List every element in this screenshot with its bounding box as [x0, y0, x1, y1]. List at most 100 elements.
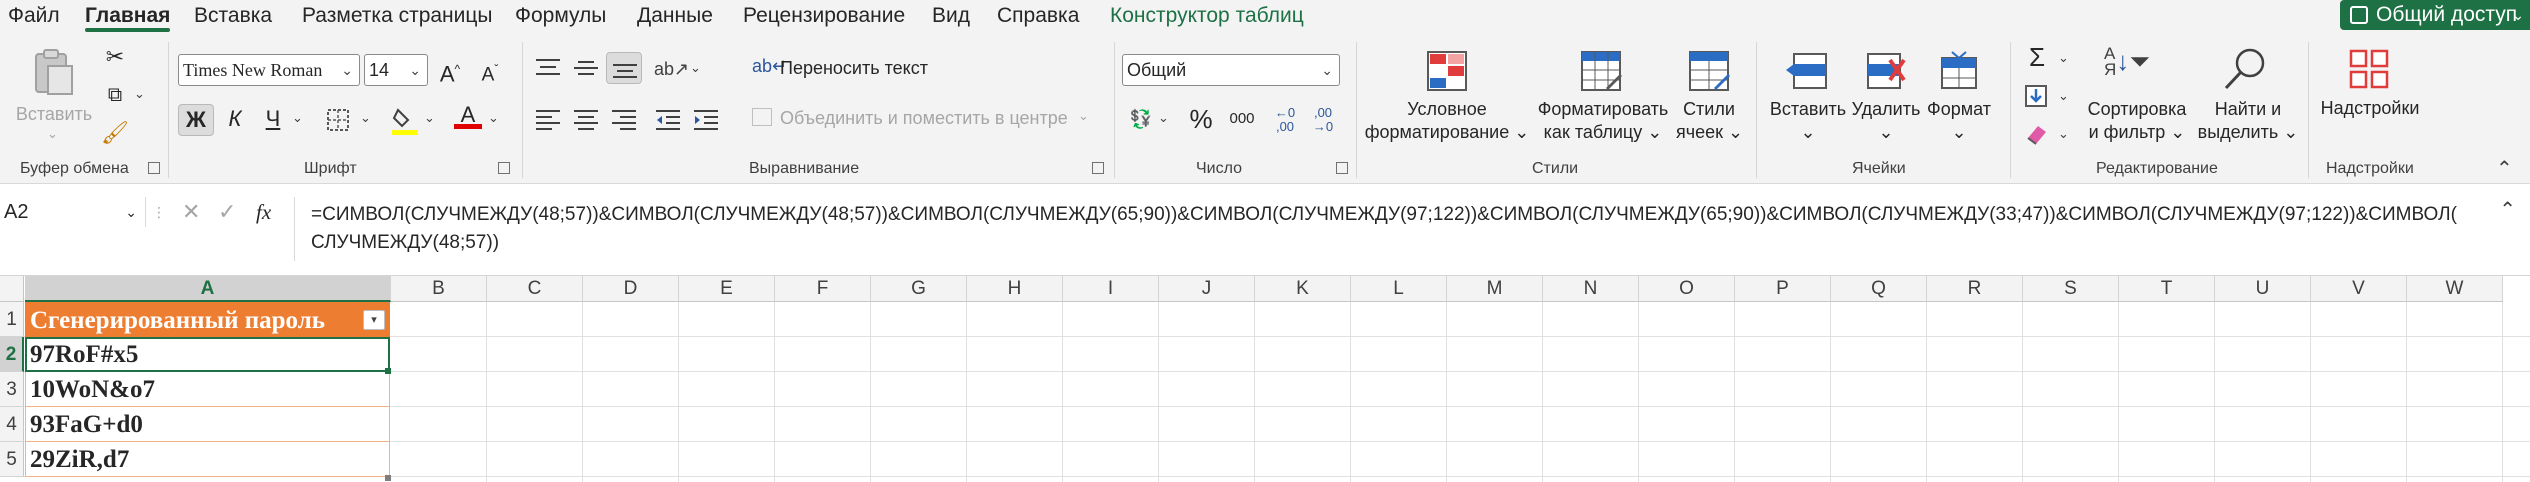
increase-indent-icon[interactable]	[692, 108, 720, 132]
currency-icon[interactable]: 💱	[1126, 104, 1156, 134]
column-header-n[interactable]: N	[1543, 276, 1639, 302]
table-header-cell[interactable]: Сгенерированный пароль ▾	[25, 302, 390, 337]
table-resize-handle[interactable]	[385, 475, 391, 481]
column-header-i[interactable]: I	[1063, 276, 1159, 302]
column-header-t[interactable]: T	[2119, 276, 2215, 302]
tab-page-layout[interactable]: Разметка страницы	[302, 0, 493, 34]
tab-file[interactable]: Файл	[8, 0, 60, 34]
share-button[interactable]: Общий доступ ⌄	[2340, 0, 2530, 30]
insert-cells-icon[interactable]	[1786, 50, 1828, 92]
table-cell[interactable]: 10WoN&o7	[25, 372, 390, 407]
bold-button[interactable]: Ж	[178, 104, 214, 136]
align-center-icon[interactable]	[572, 108, 600, 132]
table-cell[interactable]: 29ZiR,d7	[25, 442, 390, 477]
tab-help[interactable]: Справка	[997, 0, 1079, 34]
format-cells-label[interactable]: Формат ⌄	[1922, 98, 1996, 144]
table-cell[interactable]: 97RoF#x5	[25, 337, 390, 372]
column-header-k[interactable]: K	[1255, 276, 1351, 302]
align-middle-icon[interactable]	[572, 56, 600, 80]
addins-icon[interactable]	[2348, 48, 2390, 90]
select-all-corner[interactable]	[0, 276, 24, 302]
align-left-icon[interactable]	[534, 108, 562, 132]
format-painter-icon[interactable]: 🖌	[100, 118, 130, 148]
row-header-1[interactable]: 1	[0, 302, 24, 337]
underline-button[interactable]: Ч	[258, 104, 288, 134]
tab-insert[interactable]: Вставка	[194, 0, 272, 34]
column-header-e[interactable]: E	[679, 276, 775, 302]
align-bottom-button[interactable]	[606, 52, 642, 84]
clipboard-launcher-icon[interactable]	[148, 162, 160, 174]
drag-handle-icon[interactable]: ⋮	[152, 201, 166, 223]
format-cells-icon[interactable]	[1938, 50, 1980, 92]
percent-button[interactable]: %	[1184, 104, 1218, 134]
column-header-f[interactable]: F	[775, 276, 871, 302]
column-header-l[interactable]: L	[1351, 276, 1447, 302]
paste-button-label[interactable]: Вставить	[14, 104, 94, 125]
column-header-b[interactable]: B	[391, 276, 487, 302]
column-header-m[interactable]: M	[1447, 276, 1543, 302]
conditional-formatting-icon[interactable]	[1426, 50, 1468, 92]
column-header-g[interactable]: G	[871, 276, 967, 302]
font-family-select[interactable]: Times New Roman ⌄	[178, 54, 360, 86]
font-launcher-icon[interactable]	[498, 162, 510, 174]
increase-font-icon[interactable]: A^	[432, 54, 468, 89]
align-top-icon[interactable]	[534, 56, 562, 80]
tab-view[interactable]: Вид	[932, 0, 970, 34]
delete-cells-icon[interactable]	[1864, 50, 1906, 92]
thousands-button[interactable]: 000	[1224, 104, 1260, 134]
row-header-5[interactable]: 5	[0, 442, 24, 477]
column-header-w[interactable]: W	[2407, 276, 2503, 302]
collapse-ribbon-icon[interactable]: ⌃	[2496, 156, 2513, 181]
cell-styles-icon[interactable]	[1688, 50, 1730, 92]
column-header-d[interactable]: D	[583, 276, 679, 302]
formula-input[interactable]: =СИМВОЛ(СЛУЧМЕЖДУ(48;57))&СИМВОЛ(СЛУЧМЕЖ…	[294, 197, 2494, 261]
tab-data[interactable]: Данные	[637, 0, 713, 34]
format-as-table-label[interactable]: Форматировать как таблицу ⌄	[1530, 98, 1676, 144]
borders-icon[interactable]	[326, 108, 350, 132]
addins-label[interactable]: Надстройки	[2314, 98, 2426, 119]
row-header-2[interactable]: 2	[0, 337, 24, 372]
decrease-decimal-icon[interactable]: ,00 →0	[1308, 104, 1338, 134]
column-header-o[interactable]: O	[1639, 276, 1735, 302]
column-header-u[interactable]: U	[2215, 276, 2311, 302]
italic-button[interactable]: К	[220, 104, 250, 134]
table-cell[interactable]: 93FaG+d0	[25, 407, 390, 442]
number-format-select[interactable]: Общий ⌄	[1122, 54, 1340, 86]
alignment-launcher-icon[interactable]	[1092, 162, 1104, 174]
filter-dropdown-icon[interactable]: ▾	[363, 310, 385, 330]
fill-down-icon[interactable]	[2024, 84, 2048, 108]
collapse-formula-bar-icon[interactable]: ⌃	[2499, 197, 2516, 222]
tab-review[interactable]: Рецензирование	[743, 0, 905, 34]
insert-cells-label[interactable]: Вставить ⌄	[1766, 98, 1850, 144]
clear-icon[interactable]	[2024, 122, 2050, 146]
column-header-j[interactable]: J	[1159, 276, 1255, 302]
orientation-icon[interactable]: ab↗	[654, 54, 689, 84]
decrease-font-icon[interactable]: Aˇ	[472, 54, 508, 90]
row-header-3[interactable]: 3	[0, 372, 24, 407]
column-header-s[interactable]: S	[2023, 276, 2119, 302]
column-header-v[interactable]: V	[2311, 276, 2407, 302]
find-select-icon[interactable]	[2222, 46, 2268, 92]
cell-styles-label[interactable]: Стили ячеек ⌄	[1676, 98, 1743, 144]
column-header-p[interactable]: P	[1735, 276, 1831, 302]
insert-function-icon[interactable]: fx	[256, 197, 271, 227]
column-header-h[interactable]: H	[967, 276, 1063, 302]
enter-icon[interactable]: ✓	[218, 197, 236, 227]
tab-home[interactable]: Главная	[85, 0, 171, 34]
column-header-c[interactable]: C	[487, 276, 583, 302]
delete-cells-label[interactable]: Удалить ⌄	[1846, 98, 1926, 144]
sort-filter-icon[interactable]: А Я↓⏷	[2104, 45, 2150, 78]
fill-color-icon[interactable]	[390, 104, 420, 136]
tab-formulas[interactable]: Формулы	[515, 0, 606, 34]
font-color-icon[interactable]: A	[454, 102, 482, 129]
decrease-indent-icon[interactable]	[654, 108, 682, 132]
row-header-4[interactable]: 4	[0, 407, 24, 442]
cancel-icon[interactable]: ✕	[182, 197, 200, 227]
align-right-icon[interactable]	[610, 108, 638, 132]
column-header-q[interactable]: Q	[1831, 276, 1927, 302]
conditional-formatting-label[interactable]: Условное форматирование ⌄	[1362, 98, 1532, 144]
fill-handle[interactable]	[385, 368, 391, 374]
autosum-button[interactable]: Σ	[2020, 42, 2054, 72]
number-launcher-icon[interactable]	[1336, 162, 1348, 174]
increase-decimal-icon[interactable]: ←0,00	[1270, 104, 1300, 134]
